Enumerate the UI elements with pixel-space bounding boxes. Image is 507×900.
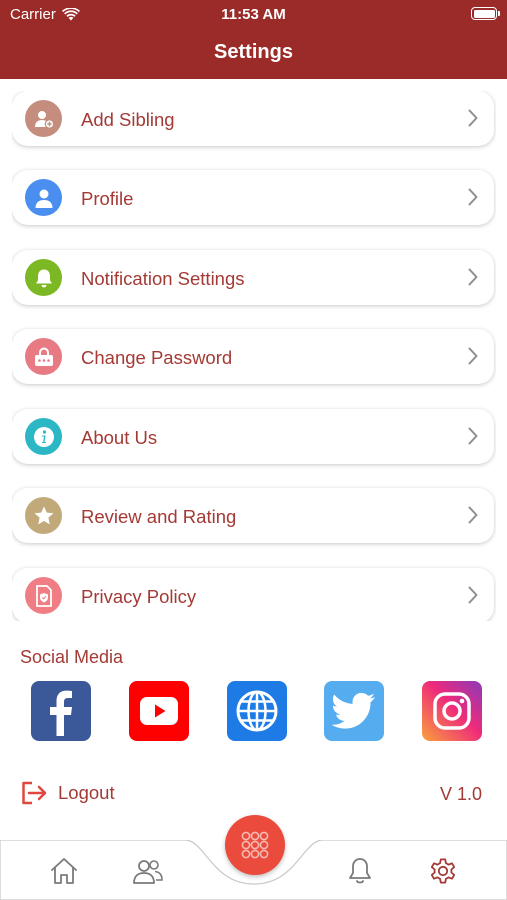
chevron-right-icon <box>468 427 478 445</box>
gear-icon <box>430 858 456 884</box>
chevron-right-icon <box>468 506 478 524</box>
logout-button[interactable]: Logout <box>21 781 115 805</box>
menu-item-label: Profile <box>81 188 134 209</box>
bell-icon <box>349 858 371 884</box>
chevron-right-icon <box>468 347 478 365</box>
menu-item-about-us[interactable]: About Us <box>12 409 494 464</box>
users-icon <box>133 860 163 884</box>
twitter-icon[interactable] <box>324 681 384 741</box>
chevron-right-icon <box>468 586 478 604</box>
chevron-right-icon <box>468 109 478 127</box>
status-time: 11:53 AM <box>221 6 286 23</box>
social-media-title: Social Media <box>20 647 124 667</box>
battery-icon <box>471 7 500 20</box>
youtube-icon[interactable] <box>129 681 189 741</box>
tab-settings[interactable] <box>427 855 459 887</box>
user-icon <box>25 179 62 216</box>
add-user-icon <box>25 100 62 137</box>
app-version: V 1.0 <box>439 784 482 804</box>
shield-document-icon <box>25 577 62 614</box>
logout-label: Logout <box>58 782 115 803</box>
menu-item-profile[interactable]: Profile <box>12 170 494 225</box>
instagram-icon[interactable] <box>422 681 482 741</box>
bell-icon <box>25 259 62 296</box>
menu-item-label: Notification Settings <box>81 268 245 289</box>
chevron-right-icon <box>468 188 478 206</box>
menu-item-add-sibling[interactable]: Add Sibling <box>12 91 494 146</box>
tab-notifications[interactable] <box>344 855 376 887</box>
settings-list: Add Sibling Profile Notification Setting… <box>12 91 496 621</box>
tab-home[interactable] <box>48 855 80 887</box>
logout-icon <box>22 781 47 805</box>
home-icon <box>51 858 77 884</box>
menu-grid-button[interactable] <box>225 815 285 875</box>
grid-icon <box>241 831 269 859</box>
menu-item-label: Add Sibling <box>81 109 175 130</box>
menu-item-label: Review and Rating <box>81 506 237 527</box>
chevron-right-icon <box>468 268 478 286</box>
menu-item-notification-settings[interactable]: Notification Settings <box>12 250 494 305</box>
menu-item-label: Change Password <box>81 347 233 368</box>
menu-item-label: Privacy Policy <box>81 586 197 607</box>
menu-item-privacy-policy[interactable]: Privacy Policy <box>12 568 494 621</box>
lock-icon <box>25 338 62 375</box>
app-header: Carrier 11:53 AM Settings <box>0 0 507 79</box>
status-bar: Carrier 11:53 AM <box>0 0 507 30</box>
star-icon <box>25 497 62 534</box>
globe-icon[interactable] <box>227 681 287 741</box>
menu-item-label: About Us <box>81 427 158 448</box>
menu-item-review-and-rating[interactable]: Review and Rating <box>12 488 494 543</box>
page-title: Settings <box>214 41 293 63</box>
facebook-icon[interactable] <box>31 681 91 741</box>
info-icon <box>25 418 62 455</box>
tab-siblings[interactable] <box>132 855 164 887</box>
menu-item-change-password[interactable]: Change Password <box>12 329 494 384</box>
